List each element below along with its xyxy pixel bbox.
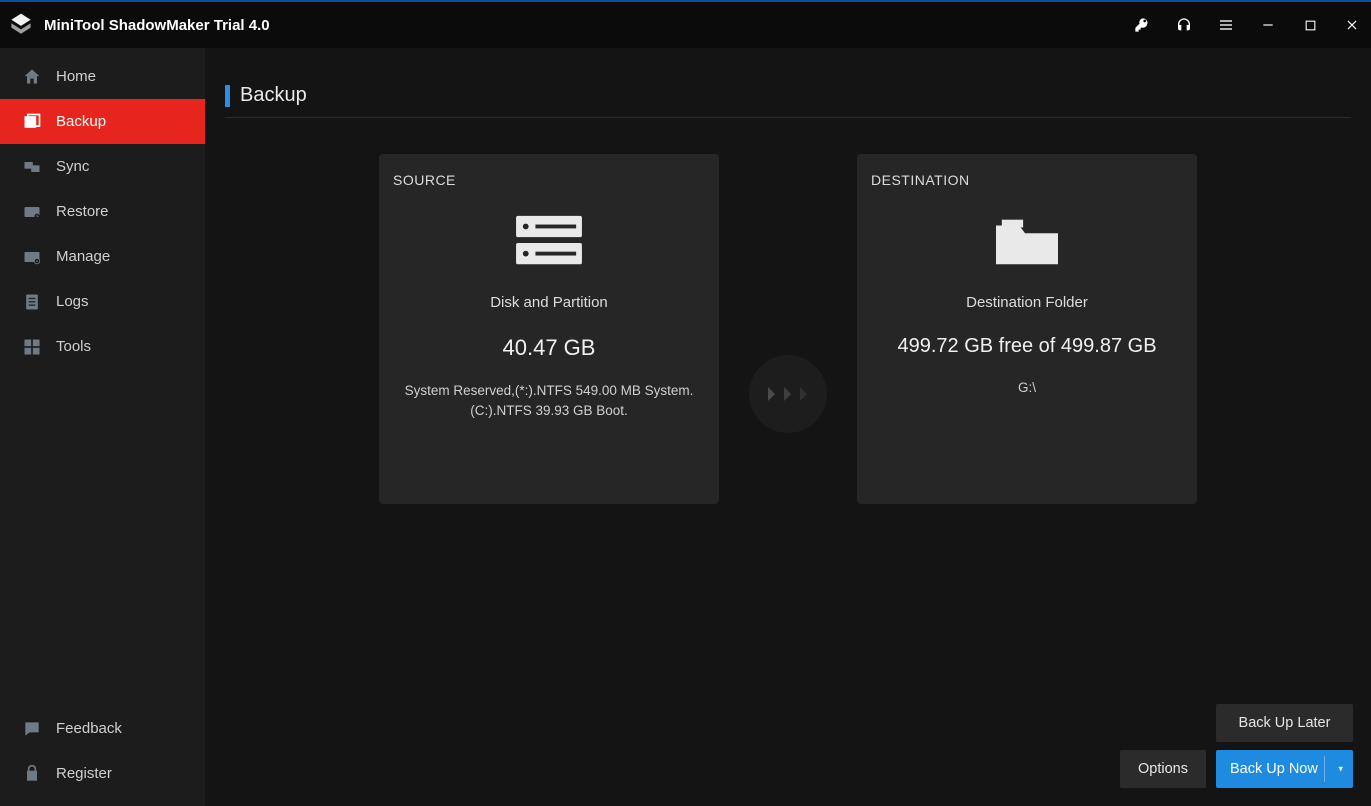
- titlebar-right: [1133, 16, 1361, 34]
- home-icon: [22, 67, 42, 87]
- back-up-later-button[interactable]: Back Up Later: [1216, 704, 1353, 742]
- sidebar-item-label: Register: [56, 765, 112, 782]
- sidebar-item-label: Tools: [56, 338, 91, 355]
- page-header: Backup: [205, 48, 1371, 130]
- destination-card[interactable]: DESTINATION Destination Folder 499.72 GB…: [857, 154, 1197, 504]
- options-button[interactable]: Options: [1120, 750, 1206, 788]
- page-title: Backup: [240, 84, 307, 107]
- sidebar-item-backup[interactable]: Backup: [0, 99, 205, 144]
- headset-icon[interactable]: [1175, 16, 1193, 34]
- titlebar-left: MiniTool ShadowMaker Trial 4.0: [6, 10, 270, 40]
- source-type-label: Disk and Partition: [490, 294, 608, 311]
- sidebar-item-manage[interactable]: Manage: [0, 234, 205, 279]
- feedback-icon: [22, 719, 42, 739]
- source-card[interactable]: SOURCE Disk and Partition 40.47 GB Syste…: [379, 154, 719, 504]
- maximize-icon[interactable]: [1301, 16, 1319, 34]
- sidebar-item-label: Feedback: [56, 720, 122, 737]
- back-up-now-label: Back Up Now: [1230, 761, 1318, 777]
- restore-icon: [22, 202, 42, 222]
- titlebar: MiniTool ShadowMaker Trial 4.0: [0, 0, 1371, 48]
- disk-icon: [509, 206, 589, 276]
- tools-icon: [22, 337, 42, 357]
- backup-icon: [22, 112, 42, 132]
- key-icon[interactable]: [1133, 16, 1151, 34]
- main-content: Backup SOURCE Disk and Partition: [205, 48, 1371, 806]
- sidebar-item-label: Manage: [56, 248, 110, 265]
- source-detail: System Reserved,(*:).NTFS 549.00 MB Syst…: [393, 381, 705, 420]
- destination-heading: DESTINATION: [871, 172, 970, 188]
- source-total-size: 40.47 GB: [503, 335, 596, 361]
- logs-icon: [22, 292, 42, 312]
- source-heading: SOURCE: [393, 172, 456, 188]
- sidebar-item-label: Sync: [56, 158, 89, 175]
- page-title-accent: [225, 85, 230, 107]
- menu-icon[interactable]: [1217, 16, 1235, 34]
- sidebar-item-sync[interactable]: Sync: [0, 144, 205, 189]
- sidebar-item-label: Backup: [56, 113, 106, 130]
- sidebar-item-restore[interactable]: Restore: [0, 189, 205, 234]
- app-title: MiniTool ShadowMaker Trial 4.0: [44, 17, 270, 34]
- sidebar-item-label: Restore: [56, 203, 109, 220]
- chevron-down-icon: ▾: [1338, 764, 1343, 775]
- destination-space: 499.72 GB free of 499.87 GB: [897, 335, 1156, 358]
- destination-type-label: Destination Folder: [966, 294, 1088, 311]
- sidebar-nav: Home Backup Sync Restore Manage Logs: [0, 48, 205, 369]
- destination-path: G:\: [1012, 378, 1042, 398]
- sidebar-item-feedback[interactable]: Feedback: [0, 706, 205, 751]
- sidebar: Home Backup Sync Restore Manage Logs: [0, 48, 205, 806]
- minimize-icon[interactable]: [1259, 16, 1277, 34]
- back-up-now-button[interactable]: Back Up Now ▾: [1216, 750, 1353, 788]
- manage-icon: [22, 247, 42, 267]
- footer-actions: Back Up Later Options Back Up Now ▾: [1120, 704, 1353, 788]
- sidebar-item-label: Home: [56, 68, 96, 85]
- backup-cards: SOURCE Disk and Partition 40.47 GB Syste…: [205, 130, 1371, 504]
- sidebar-item-register[interactable]: Register: [0, 751, 205, 796]
- app-logo-icon: [6, 10, 36, 40]
- sidebar-bottom: Feedback Register: [0, 700, 205, 806]
- sidebar-item-label: Logs: [56, 293, 89, 310]
- sidebar-item-logs[interactable]: Logs: [0, 279, 205, 324]
- register-icon: [22, 764, 42, 784]
- sync-icon: [22, 157, 42, 177]
- close-icon[interactable]: [1343, 16, 1361, 34]
- arrow-indicator: [749, 355, 827, 433]
- folder-icon: [987, 206, 1067, 276]
- sidebar-item-tools[interactable]: Tools: [0, 324, 205, 369]
- sidebar-item-home[interactable]: Home: [0, 54, 205, 99]
